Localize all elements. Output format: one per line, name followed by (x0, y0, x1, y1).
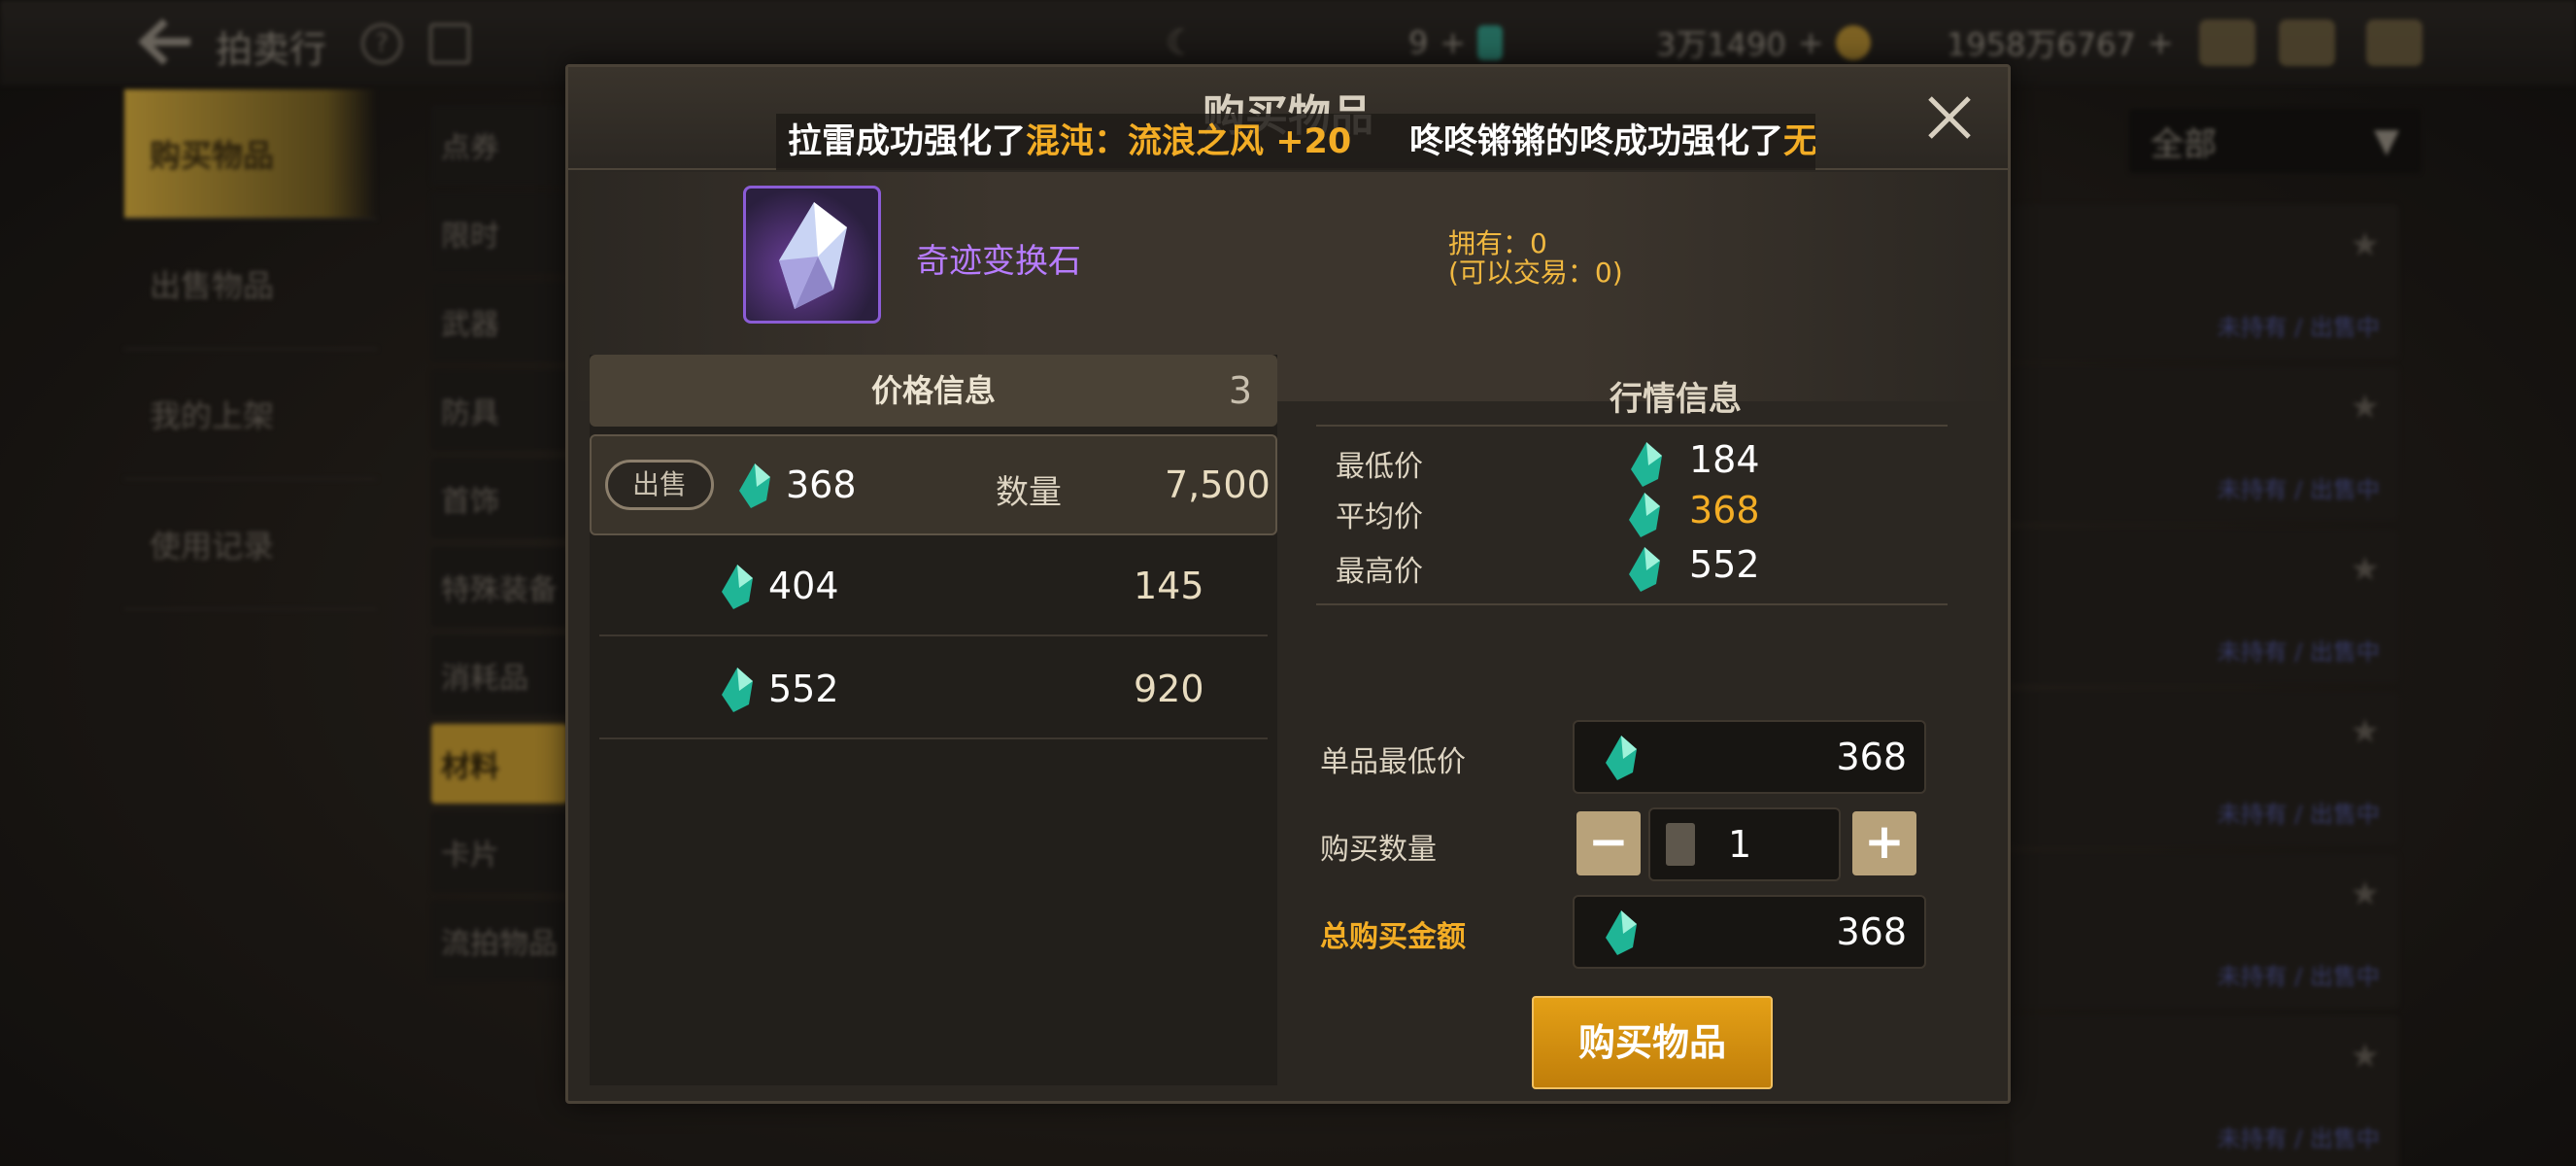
announcement-marquee: 拉雷成功强化了混沌：流浪之风 +20 咚咚锵锵的咚成功强化了无 (776, 114, 1815, 170)
total-amount-label: 总购买金额 (1320, 920, 1466, 954)
min-price-value: 184 (1689, 438, 1760, 481)
item-name: 奇迹变换石 (916, 242, 1081, 281)
calculator-icon[interactable] (1666, 823, 1695, 866)
avg-price-label: 平均价 (1336, 500, 1423, 534)
price-value: 404 (768, 565, 839, 607)
gem-icon (1629, 493, 1660, 537)
total-amount-field: 368 (1573, 895, 1926, 969)
gem-icon (1629, 547, 1660, 592)
price-info-count: 3 (1228, 369, 1252, 412)
max-price-label: 最高价 (1336, 555, 1423, 589)
price-row[interactable]: 552 920 (590, 638, 1277, 739)
quantity-label: 购买数量 (1320, 833, 1437, 867)
price-info-header: 价格信息 3 (590, 355, 1277, 427)
sell-button[interactable]: 出售 (605, 460, 714, 510)
miracle-stone-icon[interactable] (743, 186, 881, 324)
price-row-selected[interactable]: 出售 368 数量 7,500 (590, 434, 1277, 535)
gem-icon (722, 668, 753, 712)
gem-icon (1606, 910, 1637, 955)
unit-price-label: 单品最低价 (1320, 745, 1466, 779)
min-price-label: 最低价 (1336, 450, 1423, 484)
price-row[interactable]: 404 145 (590, 535, 1277, 636)
quantity-value: 145 (1134, 565, 1204, 607)
close-icon[interactable] (1922, 90, 1977, 145)
avg-price-value: 368 (1689, 489, 1760, 532)
announcement-1: 拉雷成功强化了混沌：流浪之风 +20 (788, 122, 1352, 161)
unit-price-value: 368 (1836, 736, 1907, 778)
market-info-divider (1316, 425, 1948, 427)
quantity-value: 1 (1728, 823, 1752, 866)
announcement-2: 咚咚锵锵的咚成功强化了无 (1409, 122, 1815, 161)
quantity-plus-button[interactable]: + (1852, 811, 1916, 875)
crystal-icon (779, 202, 847, 309)
gem-icon (1631, 442, 1662, 487)
row-divider (599, 634, 1268, 636)
quantity-value: 920 (1134, 668, 1204, 710)
price-info-title: 价格信息 (870, 372, 996, 409)
row-divider (599, 737, 1268, 739)
buy-item-button[interactable]: 购买物品 (1532, 996, 1773, 1089)
tradable-count: (可以交易：0) (1448, 257, 1623, 289)
market-info-title: 行情信息 (1610, 380, 1742, 419)
unit-price-field: 368 (1573, 720, 1926, 794)
gem-icon (739, 463, 770, 508)
purchase-dialog: 购买物品 拉雷成功强化了混沌：流浪之风 +20 咚咚锵锵的咚成功强化了无 奇迹变… (565, 64, 2011, 1104)
total-amount-value: 368 (1836, 910, 1907, 953)
quantity-field[interactable]: 1 (1648, 807, 1841, 881)
quantity-label: 数量 (996, 473, 1062, 512)
max-price-value: 552 (1689, 543, 1760, 586)
price-value: 552 (768, 668, 839, 710)
quantity-value: 7,500 (1165, 463, 1271, 506)
quantity-minus-button[interactable]: − (1576, 811, 1641, 875)
gem-icon (1606, 736, 1637, 780)
market-info-divider (1316, 603, 1948, 605)
price-value: 368 (786, 463, 857, 506)
price-info-panel: 价格信息 3 出售 368 数量 7,500 404 145 552 920 (590, 355, 1277, 1085)
gem-icon (722, 565, 753, 609)
